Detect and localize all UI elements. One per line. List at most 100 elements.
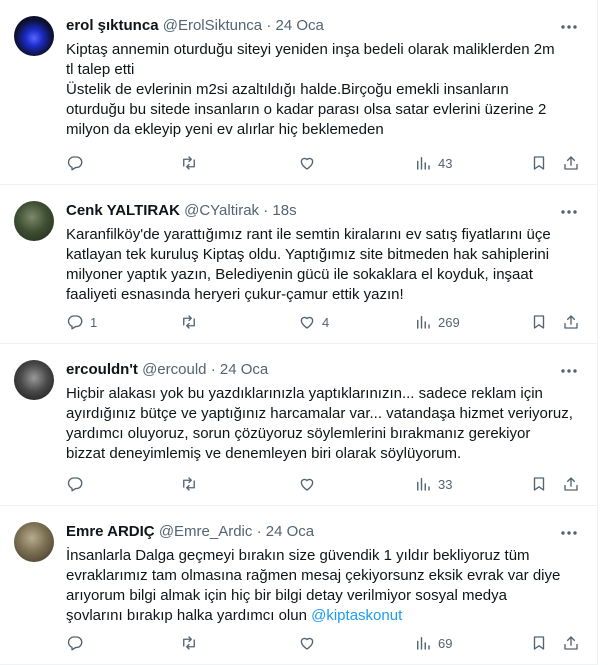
avatar[interactable] <box>14 201 54 241</box>
views-button[interactable]: 43 <box>414 153 452 173</box>
bookmark-icon <box>533 477 545 491</box>
mention-link[interactable]: @kiptaskonut <box>311 607 402 624</box>
tweet-text: İnsanlarla Dalga geçmeyi bırakın size gü… <box>66 546 586 626</box>
text-line: İnsanlarla Dalga geçmeyi bırakın size gü… <box>66 547 530 564</box>
avatar[interactable] <box>14 522 54 562</box>
like-button[interactable] <box>298 633 322 653</box>
separator-dot: · <box>266 17 272 34</box>
retweet-icon <box>183 156 195 170</box>
share-upload-icon <box>564 477 578 491</box>
action-bar: 33 <box>58 474 586 494</box>
tweet[interactable]: ercouldn't @ercould · 24 Oca Hiçbir alak… <box>0 344 597 506</box>
author-name[interactable]: Cenk YALTIRAK <box>66 202 180 219</box>
share-button[interactable] <box>562 312 580 332</box>
reply-button[interactable]: 1 <box>66 312 97 332</box>
text-line: şovlarını bırakıp halka yardımcı olun @k… <box>66 606 586 626</box>
tweet-header: Cenk YALTIRAK @CYaltirak · 18s <box>66 202 557 222</box>
tweet-time[interactable]: 24 Oca <box>266 523 314 540</box>
reply-bubble-icon <box>67 477 83 492</box>
separator-dot: · <box>210 361 216 378</box>
tweet[interactable]: erol şıktunca @ErolSiktunca · 24 Oca Kip… <box>0 0 597 185</box>
text-line: milyon da ekleyip yeni ev alırlar hiç be… <box>66 121 384 138</box>
more-horizontal-icon[interactable] <box>559 19 579 35</box>
retweet-icon <box>183 315 195 329</box>
text-line: faaliyeti esnasında heryeri çukur-çamur … <box>66 286 404 303</box>
more-horizontal-icon[interactable] <box>559 363 579 379</box>
retweet-button[interactable] <box>180 153 204 173</box>
author-name[interactable]: ercouldn't <box>66 361 138 378</box>
retweet-button[interactable] <box>180 312 204 332</box>
bookmark-button[interactable] <box>530 312 548 332</box>
text-line: katlayan tek kuruluş Kiptaş oldu. Yaptığ… <box>66 246 550 263</box>
views-button[interactable]: 269 <box>414 312 460 332</box>
author-name[interactable]: Emre ARDIÇ <box>66 523 155 540</box>
author-handle[interactable]: @CYaltirak <box>184 202 259 219</box>
share-upload-icon <box>564 315 578 329</box>
tweet-text: Karanfilköy'de yarattığımız rant ile sem… <box>66 225 586 305</box>
more-horizontal-icon[interactable] <box>559 204 579 220</box>
text-line: Kiptaş annemin oturduğu siteyi yeniden i… <box>66 41 555 58</box>
action-bar: 69 <box>58 633 586 653</box>
text-line: Hiçbir alakası yok bu yazdıklarınızla ya… <box>66 385 543 402</box>
tweet-time[interactable]: 24 Oca <box>276 17 324 34</box>
heart-icon <box>300 478 314 491</box>
text-line: tl talep etti <box>66 61 135 78</box>
reply-bubble-icon <box>67 156 83 171</box>
reply-count: 1 <box>90 314 98 330</box>
like-button[interactable] <box>298 153 322 173</box>
share-upload-icon <box>564 156 578 170</box>
retweet-button[interactable] <box>180 474 204 494</box>
bar-chart-icon <box>417 637 430 650</box>
tweet[interactable]: Emre ARDIÇ @Emre_Ardic · 24 Oca İnsanlar… <box>0 506 597 665</box>
text-line: Üstelik de evlerinin m2si azaltıldığı ha… <box>66 81 509 98</box>
bar-chart-icon <box>417 478 430 491</box>
reply-button[interactable] <box>66 474 90 494</box>
views-button[interactable]: 69 <box>414 633 452 653</box>
share-button[interactable] <box>562 153 580 173</box>
share-button[interactable] <box>562 633 580 653</box>
author-handle[interactable]: @ercould <box>142 361 206 378</box>
views-button[interactable]: 33 <box>414 474 452 494</box>
view-count: 269 <box>438 314 460 330</box>
text-line: milyoner yaptık yazın, Belediyenin gücü … <box>66 266 533 283</box>
like-count: 4 <box>322 314 330 330</box>
retweet-icon <box>183 477 195 491</box>
avatar[interactable] <box>14 16 54 56</box>
view-count: 43 <box>438 155 453 171</box>
retweet-button[interactable] <box>180 633 204 653</box>
view-count: 33 <box>438 476 453 492</box>
tweet[interactable]: Cenk YALTIRAK @CYaltirak · 18s Karanfilk… <box>0 185 597 344</box>
separator-dot: · <box>263 202 269 219</box>
reply-bubble-icon <box>67 636 83 651</box>
view-count: 69 <box>438 635 453 651</box>
author-handle[interactable]: @Emre_Ardic <box>159 523 253 540</box>
tweet-text: Kiptaş annemin oturduğu siteyi yeniden i… <box>66 40 586 140</box>
reply-button[interactable] <box>66 633 90 653</box>
tweet-text: Hiçbir alakası yok bu yazdıklarınızla ya… <box>66 384 586 464</box>
text-line: yardımcı oluyoruz, sorun çözüyoruz söyle… <box>66 425 531 442</box>
more-horizontal-icon[interactable] <box>559 525 579 541</box>
bookmark-icon <box>533 156 545 170</box>
tweet-header: erol şıktunca @ErolSiktunca · 24 Oca <box>66 17 557 37</box>
tweet-time[interactable]: 24 Oca <box>220 361 268 378</box>
share-button[interactable] <box>562 474 580 494</box>
text-line: arıyorum bilgi almak için hiç bir bilgi … <box>66 587 507 604</box>
heart-icon <box>300 157 314 170</box>
author-handle[interactable]: @ErolSiktunca <box>163 17 262 34</box>
like-button[interactable]: 4 <box>298 312 329 332</box>
heart-icon <box>300 637 314 650</box>
heart-icon <box>300 316 314 329</box>
tweet-header: Emre ARDIÇ @Emre_Ardic · 24 Oca <box>66 523 557 543</box>
bar-chart-icon <box>417 157 430 170</box>
retweet-icon <box>183 636 195 650</box>
tweet-time[interactable]: 18s <box>272 202 296 219</box>
reply-bubble-icon <box>67 315 83 330</box>
avatar[interactable] <box>14 360 54 400</box>
like-button[interactable] <box>298 474 322 494</box>
bookmark-button[interactable] <box>530 474 548 494</box>
author-name[interactable]: erol şıktunca <box>66 17 159 34</box>
action-bar: 1 4 269 <box>58 312 586 332</box>
bookmark-button[interactable] <box>530 153 548 173</box>
bookmark-button[interactable] <box>530 633 548 653</box>
reply-button[interactable] <box>66 153 90 173</box>
